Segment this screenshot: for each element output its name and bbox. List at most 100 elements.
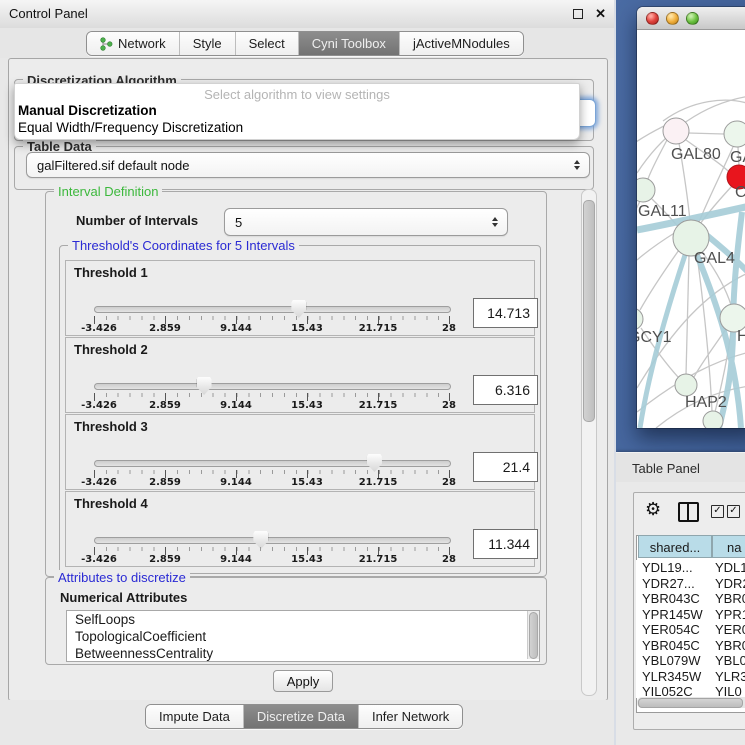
table-row[interactable]: YLR345WYLR3 — [636, 669, 745, 685]
network-canvas[interactable]: GAL80GACGAL11GAL4GCY1HHAP2 — [637, 30, 745, 428]
slider-scale-labels: -3.4262.8599.14415.4321.71528 — [94, 400, 450, 412]
network-node-ga[interactable] — [724, 121, 745, 147]
interval-definition-title: Interval Definition — [54, 184, 162, 199]
table-row[interactable]: YBR043CYBR0 — [636, 591, 745, 607]
attributes-group-title: Attributes to discretize — [54, 570, 190, 585]
scale-tick-label: 21.715 — [359, 477, 398, 488]
tab-discretize-data[interactable]: Discretize Data — [243, 705, 358, 728]
attribute-list-item-betweennesscentrality[interactable]: BetweennessCentrality — [67, 645, 539, 662]
float-panel-button[interactable] — [571, 7, 585, 21]
table-row[interactable]: YBL079WYBL0 — [636, 653, 745, 669]
scale-tick-label: 9.144 — [220, 554, 252, 565]
threshold-slider-track[interactable] — [94, 537, 451, 544]
network-node-label: GA — [730, 149, 745, 166]
table-horizontal-scrollbar[interactable] — [637, 697, 745, 708]
cell-shared-name: YIL052C — [642, 684, 693, 698]
attributes-to-discretize-group: Attributes to discretize Numerical Attri… — [45, 577, 547, 665]
scale-tick-label: 2.859 — [149, 400, 181, 411]
table-row[interactable]: YIL052C YIL0 — [636, 684, 745, 698]
control-panel-window: Control Panel ✕ NetworkStyleSelectCyni T… — [0, 0, 615, 745]
network-node-gal11[interactable] — [637, 178, 655, 202]
threshold-slider-track[interactable] — [94, 306, 451, 313]
cytoscape-desktop: GAL80GACGAL11GAL4GCY1HHAP2 Table Panel ⚙… — [614, 0, 745, 745]
table-row[interactable]: YDL19... YDL1 — [636, 560, 745, 576]
attributes-list-scrollbar[interactable] — [527, 611, 539, 659]
tab-style[interactable]: Style — [179, 32, 235, 55]
table-panel-titlebar[interactable]: Table Panel — [616, 452, 745, 483]
cell-name: YDL1 — [715, 560, 745, 576]
close-panel-button[interactable]: ✕ — [595, 7, 606, 21]
zoom-traffic-light-icon[interactable] — [686, 12, 699, 25]
cell-shared-name: YDR27... — [642, 576, 695, 592]
float-icon — [573, 9, 583, 19]
tab-select[interactable]: Select — [235, 32, 298, 55]
table-panel: ⚙ ✓ ✓ shared... na YDL19...YDL1YDR27...Y… — [616, 482, 745, 745]
threshold-panel: Threshold 4 -3.4262.8599.14415.4321.7152… — [65, 491, 535, 567]
cyni-toolbox-panel: Discretization Algorithm Select algorith… — [8, 58, 608, 701]
table-row[interactable]: YPR145WYPR1 — [636, 607, 745, 623]
checkbox-icon[interactable]: ✓ — [711, 505, 724, 518]
cell-name: YIL0 — [715, 684, 745, 698]
checkbox-icon[interactable]: ✓ — [727, 505, 740, 518]
cell-shared-name: YDL19... — [642, 560, 693, 576]
threshold-slider-track[interactable] — [94, 383, 451, 390]
dropdown-option-equal-width-frequency[interactable]: Equal Width/Frequency Discretization — [15, 119, 579, 136]
tab-infer-network[interactable]: Infer Network — [358, 705, 462, 728]
top-tab-bar: Network StyleSelectCyni ToolboxjActiveMNo… — [86, 31, 524, 56]
tab-label: Infer Network — [372, 709, 449, 724]
threshold-panel: Threshold 2 -3.4262.8599.14415.4321.7152… — [65, 337, 535, 413]
settings-scrollbar[interactable] — [581, 189, 597, 696]
apply-button[interactable]: Apply — [273, 670, 333, 692]
network-node-gcy1[interactable] — [637, 308, 643, 330]
tab-label: Network — [118, 36, 166, 51]
scale-tick-label: 28 — [442, 554, 456, 565]
interval-definition-group: Interval Definition Number of Intervals … — [45, 191, 547, 577]
threshold-label: Threshold 2 — [74, 342, 148, 357]
scale-tick-label: 2.859 — [149, 323, 181, 334]
table-row[interactable]: YDR27...YDR2 — [636, 576, 745, 592]
network-node[interactable] — [703, 411, 723, 428]
dropdown-option-manual-discretization[interactable]: Manual Discretization — [15, 102, 579, 119]
threshold-value-field[interactable]: 6.316 — [473, 375, 538, 405]
number-of-intervals-combobox[interactable]: 5 — [224, 208, 508, 236]
cell-shared-name: YBL079W — [642, 653, 701, 669]
scale-tick-label: 28 — [442, 477, 456, 488]
tab-jactivemnodules[interactable]: jActiveMNodules — [399, 32, 523, 55]
attribute-list-item-topologicalcoefficient[interactable]: TopologicalCoefficient — [67, 628, 539, 645]
scale-tick-label: 15.43 — [291, 323, 323, 334]
threshold-coordinates-group: Threshold's Coordinates for 5 Intervals … — [59, 245, 541, 574]
attribute-list-item-selfloops[interactable]: SelfLoops — [67, 611, 539, 628]
scrollbar-thumb[interactable] — [638, 698, 743, 708]
table-rows: YDL19... YDL1YDR27...YDR2YBR043CYBR0YPR14… — [636, 560, 745, 698]
network-icon — [100, 37, 113, 51]
scale-tick-label: 2.859 — [149, 554, 181, 565]
network-node-hap2[interactable] — [675, 374, 697, 396]
tab-network[interactable]: Network — [87, 32, 179, 55]
threshold-value-field[interactable]: 14.713 — [473, 298, 538, 328]
gear-icon[interactable]: ⚙ — [645, 500, 661, 520]
close-traffic-light-icon[interactable] — [646, 12, 659, 25]
threshold-slider-track[interactable] — [94, 460, 451, 467]
node-table-container: ⚙ ✓ ✓ shared... na YDL19...YDL1YDR27...Y… — [633, 492, 745, 730]
table-data-combobox[interactable]: galFiltered.sif default node — [26, 152, 590, 178]
network-node-gal80[interactable] — [663, 118, 689, 144]
cell-shared-name: YPR145W — [642, 607, 703, 623]
threshold-label: Threshold 1 — [74, 265, 148, 280]
scale-tick-label: 9.144 — [220, 400, 252, 411]
column-layout-icon[interactable] — [678, 502, 699, 522]
network-graph[interactable]: GAL80GACGAL11GAL4GCY1HHAP2 — [637, 30, 745, 428]
table-row[interactable]: YBR045CYBR0 — [636, 638, 745, 654]
slider-scale-labels: -3.4262.8599.14415.4321.71528 — [94, 554, 450, 566]
threshold-value-field[interactable]: 21.4 — [473, 452, 538, 482]
column-header-name[interactable]: na — [712, 535, 745, 558]
scale-tick-label: 9.144 — [220, 477, 252, 488]
numerical-attributes-list[interactable]: SelfLoopsTopologicalCoefficientBetweenne… — [66, 610, 540, 662]
scale-tick-label: 9.144 — [220, 323, 252, 334]
tab-cyni-toolbox[interactable]: Cyni Toolbox — [298, 32, 399, 55]
column-header-shared-name[interactable]: shared... — [638, 535, 712, 558]
threshold-value-field[interactable]: 11.344 — [473, 529, 538, 559]
network-window-titlebar[interactable] — [637, 7, 745, 30]
table-row[interactable]: YER054CYER0 — [636, 622, 745, 638]
minimize-traffic-light-icon[interactable] — [666, 12, 679, 25]
tab-impute-data[interactable]: Impute Data — [146, 705, 243, 728]
